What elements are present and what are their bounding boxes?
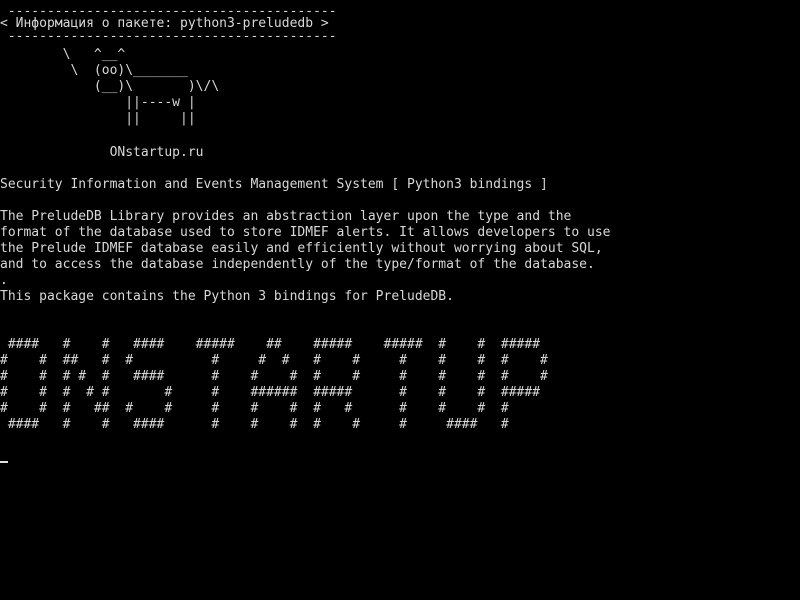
description-line: This package contains the Python 3 bindi… bbox=[0, 289, 454, 304]
banner-line: # # # ## # # # # # # # # # # # bbox=[0, 401, 509, 416]
banner-line: # # ## # # # # # # # # # # # # bbox=[0, 353, 548, 368]
package-summary: Security Information and Events Manageme… bbox=[0, 177, 548, 192]
banner-line: # # # # # #### # # # # # # # # # # bbox=[0, 369, 548, 384]
cow-line: ||----w | bbox=[0, 95, 196, 110]
banner-line: #### # # #### # # # # # # #### # bbox=[0, 417, 509, 432]
text-cursor bbox=[0, 461, 8, 463]
banner-line: #### # # #### ##### ## ##### ##### # # #… bbox=[0, 337, 541, 352]
banner-line: # # # # # # # ###### ##### # # # ##### bbox=[0, 385, 541, 400]
cow-line: (__)\ )\/\ bbox=[0, 79, 220, 94]
description-line: the Prelude IDMEF database easily and ef… bbox=[0, 241, 603, 256]
description-line: The PreludeDB Library provides an abstra… bbox=[0, 209, 572, 224]
terminal-screen[interactable]: ----------------------------------------… bbox=[0, 0, 800, 600]
cowsay-border-bottom: ----------------------------------------… bbox=[0, 29, 337, 44]
cow-line: \ ^__^ bbox=[0, 47, 126, 62]
cow-line: || || bbox=[0, 111, 196, 126]
site-name: ONstartup.ru bbox=[0, 145, 204, 160]
description-line: and to access the database independently… bbox=[0, 257, 595, 272]
cow-line: \ (oo)\_______ bbox=[0, 63, 188, 78]
description-line: . bbox=[0, 273, 8, 288]
description-line: format of the database used to store IDM… bbox=[0, 225, 611, 240]
